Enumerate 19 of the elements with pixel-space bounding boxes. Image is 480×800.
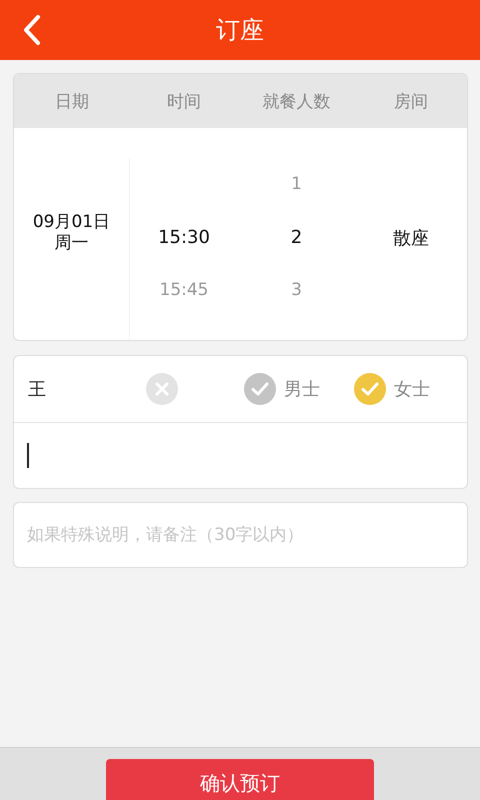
time-option[interactable]: 15:30 — [158, 211, 210, 264]
gender-radio[interactable]: 男士 — [244, 373, 320, 405]
column-header: 时间 — [166, 90, 202, 112]
clear-icon[interactable] — [146, 373, 178, 405]
time-option[interactable]: 15:45 — [160, 264, 208, 317]
column-header: 就餐人数 — [262, 90, 332, 112]
back-icon[interactable] — [22, 14, 42, 46]
gender-radio[interactable]: 女士 — [354, 373, 430, 405]
confirm-button[interactable]: 确认预订 — [106, 759, 374, 800]
party-size-option[interactable]: 2 — [290, 211, 302, 264]
party-size-option[interactable]: 3 — [291, 264, 302, 317]
column-header: 日期 — [54, 90, 90, 112]
room-text[interactable]: 散座 — [393, 212, 429, 265]
column-header: 房间 — [393, 90, 429, 112]
name-field[interactable]: 王 — [28, 377, 146, 401]
date-text[interactable]: 09月01日 周一 — [32, 212, 110, 254]
remarks-field[interactable]: 如果特殊说明，请备注（30字以内） — [14, 503, 467, 567]
page-title: 订座 — [216, 15, 264, 46]
party-size-option[interactable]: 1 — [291, 158, 302, 211]
